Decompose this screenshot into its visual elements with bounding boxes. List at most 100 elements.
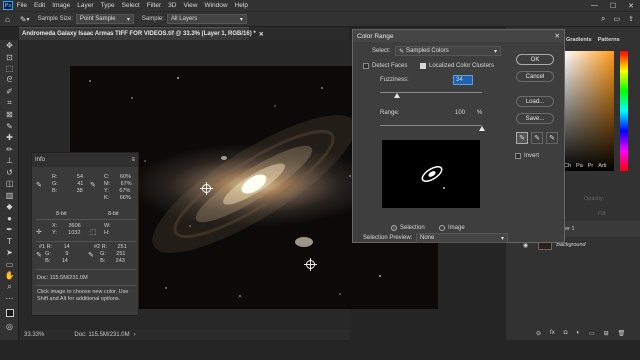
close-tab-icon[interactable]: ✕ [259, 31, 264, 38]
path-selection-tool-icon[interactable]: ➤ [0, 247, 19, 259]
move-tool-icon[interactable]: ✥ [0, 40, 19, 52]
ok-button[interactable]: OK [516, 54, 554, 65]
workspace-icon[interactable]: ▭ [614, 15, 621, 23]
sample-size-select[interactable]: Point Sample ▾ [75, 14, 134, 24]
frame-tool-icon[interactable]: ⊠ [0, 109, 19, 121]
status-arrow-icon[interactable]: › [134, 332, 136, 338]
menu-3d[interactable]: 3D [165, 2, 180, 9]
link-layers-icon[interactable]: ⊖ [536, 330, 541, 337]
tool-preset-chevron-icon[interactable]: ▾ [27, 16, 30, 23]
range-slider-track[interactable] [380, 125, 482, 126]
clone-stamp-tool-icon[interactable]: ⊥ [0, 155, 19, 167]
color-swatches-icon[interactable] [0, 305, 19, 321]
selection-radio[interactable] [391, 225, 397, 231]
menu-filter[interactable]: Filter [143, 2, 164, 9]
sample1-g-row: G: 9 [39, 251, 69, 257]
menu-type[interactable]: Type [97, 2, 118, 9]
eyedropper-icon[interactable]: ✎ [516, 132, 528, 144]
menu-window[interactable]: Window [201, 2, 231, 9]
hue-slider[interactable] [620, 51, 628, 171]
window-maximize-icon[interactable]: ☐ [604, 2, 622, 10]
localized-clusters-checkbox[interactable] [420, 63, 426, 69]
sample-select[interactable]: All Layers ▾ [166, 14, 247, 24]
crop-tool-icon[interactable]: ⌗ [0, 98, 19, 110]
tab-patterns[interactable]: Patterns [598, 37, 620, 43]
sampled-colors-eyedropper-icon: ✎ [399, 48, 405, 55]
quick-mask-icon[interactable]: ◎ [0, 321, 19, 333]
sample-size-value: Point Sample [79, 16, 116, 22]
zoom-tool-icon[interactable]: ⌕ [0, 282, 19, 294]
menu-select[interactable]: Select [118, 2, 143, 9]
tab-artboards[interactable]: Arti [598, 163, 606, 169]
image-radio[interactable] [439, 225, 445, 231]
dodge-tool-icon[interactable]: ● [0, 213, 19, 225]
menu-help[interactable]: Help [231, 2, 251, 9]
panel-menu-icon[interactable]: ≡ [131, 157, 135, 163]
fuzziness-slider-knob[interactable] [394, 93, 401, 98]
color-sampler-2-icon[interactable] [304, 258, 317, 271]
subtract-from-sample-eyedropper-icon[interactable]: ✎ [546, 132, 558, 144]
menu-view[interactable]: View [180, 2, 201, 9]
add-mask-icon[interactable]: ◘ [564, 330, 568, 336]
artboard-tool-icon[interactable]: ⊡ [0, 52, 19, 64]
info-x-row: X: 3606 [52, 223, 81, 229]
detect-faces-checkbox[interactable] [363, 63, 369, 69]
adjustment-layer-icon[interactable]: ◐ [576, 330, 580, 336]
group-icon[interactable]: ▭ [589, 330, 595, 337]
search-icon[interactable]: ⌕ [601, 14, 605, 24]
info-panel[interactable]: Info ≡ ✎ R: 54 G: 41 B: 38 ✎ C: 60% M: 6… [31, 152, 139, 316]
history-brush-tool-icon[interactable]: ↺ [0, 167, 19, 179]
menu-edit[interactable]: Edit [30, 2, 48, 9]
info-help-text: Click image to choose new color. Use Shi… [37, 289, 129, 302]
eyedropper-tool-icon[interactable]: ✎ [0, 121, 19, 133]
info-b-row: B: 38 [52, 188, 83, 194]
color-picker-field[interactable] [564, 51, 614, 171]
share-icon[interactable]: ⇪ [628, 15, 634, 23]
window-close-icon[interactable]: ✕ [622, 2, 640, 10]
selection-preview-dropdown[interactable]: None ▾ [416, 233, 508, 243]
tools-panel: ✥ ⊡ ⬚ ᘓ ✐ ⌗ ⊠ ✎ ✚ ✏ ⊥ ↺ ◫ ▥ ◆ ● ✒ T ➤ ▭ … [0, 40, 19, 340]
color-sampler-1-icon[interactable] [200, 182, 213, 195]
load-button[interactable]: Load... [516, 96, 554, 107]
invert-checkbox[interactable] [515, 153, 521, 159]
tab-channels[interactable]: Ch [564, 163, 571, 169]
delete-layer-icon[interactable]: 🗑 [618, 330, 626, 337]
info-panel-title: Info [35, 157, 46, 163]
new-layer-icon[interactable]: ⊞ [604, 330, 609, 337]
menu-layer[interactable]: Layer [74, 2, 97, 9]
selection-preview-thumbnail[interactable] [382, 140, 480, 208]
brush-tool-icon[interactable]: ✏ [0, 144, 19, 156]
save-button[interactable]: Save... [516, 113, 554, 124]
eraser-tool-icon[interactable]: ◫ [0, 178, 19, 190]
color-range-dialog[interactable]: Color Range ✕ Select: ✎ Sampled Colors ▾… [352, 29, 565, 243]
quick-selection-tool-icon[interactable]: ✐ [0, 86, 19, 98]
gradient-tool-icon[interactable]: ▥ [0, 190, 19, 202]
cancel-button[interactable]: Cancel [516, 71, 554, 82]
tab-properties[interactable]: Pr [588, 163, 594, 169]
eyedropper-tool-icon[interactable]: ✎ [20, 15, 27, 24]
lasso-tool-icon[interactable]: ᘓ [0, 75, 19, 87]
close-icon[interactable]: ✕ [555, 32, 560, 40]
home-icon[interactable]: ⌂ [5, 15, 10, 24]
hand-tool-icon[interactable]: ✋ [0, 270, 19, 282]
marquee-tool-icon[interactable]: ⬚ [0, 63, 19, 75]
type-tool-icon[interactable]: T [0, 236, 19, 248]
range-slider-knob[interactable] [479, 126, 485, 131]
menu-image[interactable]: Image [49, 2, 74, 9]
fx-icon[interactable]: fx [550, 330, 555, 336]
rectangle-tool-icon[interactable]: ▭ [0, 259, 19, 271]
window-minimize-icon[interactable]: — [585, 2, 604, 9]
more-tools-icon[interactable]: ⋯ [0, 293, 19, 305]
blur-tool-icon[interactable]: ◆ [0, 201, 19, 213]
healing-brush-tool-icon[interactable]: ✚ [0, 132, 19, 144]
fuzziness-input[interactable]: 34 [453, 75, 473, 85]
select-dropdown[interactable]: ✎ Sampled Colors ▾ [395, 46, 501, 56]
tab-gradients[interactable]: Gradients [566, 37, 592, 43]
pen-tool-icon[interactable]: ✒ [0, 224, 19, 236]
menu-file[interactable]: File [13, 2, 30, 9]
tab-paths[interactable]: Pa [576, 163, 583, 169]
add-to-sample-eyedropper-icon[interactable]: ✎ [531, 132, 543, 144]
range-value[interactable]: 100 [455, 110, 465, 116]
document-tab[interactable]: Andromeda Galaxy Isaac Armas TIFF FOR VI… [19, 27, 264, 40]
zoom-level[interactable]: 33.33% [24, 332, 44, 338]
